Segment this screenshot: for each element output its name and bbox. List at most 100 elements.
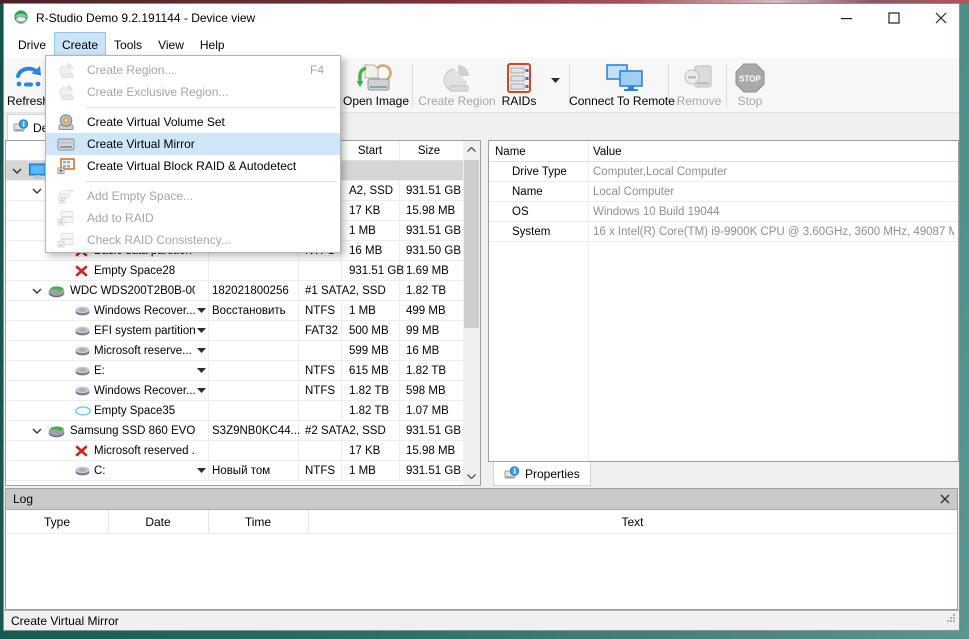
device-row[interactable]: WDC WDS200T2B0B-00... #1 SATA2, SSD 182021… bbox=[6, 281, 463, 301]
device-start: 16 MB bbox=[349, 244, 383, 257]
device-size: 1.07 MB bbox=[406, 404, 449, 417]
log-column-date[interactable]: Date bbox=[108, 510, 208, 534]
device-size: 16 MB bbox=[406, 344, 440, 357]
partition-dropdown-icon[interactable] bbox=[197, 301, 206, 320]
menu-item-label: Check RAID Consistency... bbox=[87, 233, 231, 247]
device-start: 1 MB bbox=[349, 304, 376, 317]
device-start: 1.82 TB bbox=[349, 404, 390, 417]
menu-item-create-virtual-volume-set[interactable]: Create Virtual Volume Set bbox=[46, 111, 340, 133]
log-close-icon[interactable] bbox=[940, 494, 950, 504]
connect-remote-icon bbox=[599, 61, 645, 94]
prop-column-name[interactable]: Name bbox=[495, 141, 526, 162]
device-row[interactable]: E: NTFS 615 MB 1.82 TB bbox=[6, 361, 463, 381]
add-raid-icon bbox=[54, 210, 78, 226]
column-header-size[interactable]: Size bbox=[399, 141, 459, 161]
device-interface: #2 SATA2, SSD bbox=[305, 421, 389, 440]
device-row[interactable]: Windows Recover... Восстановить NTFS 1 MB 49… bbox=[6, 301, 463, 321]
remove-label: Remove bbox=[676, 94, 722, 108]
device-name: C: bbox=[94, 464, 106, 477]
raids-button[interactable]: RAIDs bbox=[496, 61, 542, 110]
deleted-partition-icon bbox=[75, 261, 88, 280]
device-fs: NTFS bbox=[305, 464, 336, 477]
toolbar-separator bbox=[726, 64, 727, 107]
device-size: 931.50 GB bbox=[406, 244, 461, 257]
connect-to-remote-button[interactable]: Connect To Remote bbox=[569, 61, 675, 110]
menu-item-label: Create Virtual Mirror bbox=[87, 137, 195, 151]
device-label: 182021800256 bbox=[212, 284, 289, 297]
device-name: Empty Space28 bbox=[94, 264, 176, 277]
device-label: S3Z9NB0KC44... bbox=[212, 424, 301, 437]
device-row[interactable]: Empty Space35 1.82 TB 1.07 MB bbox=[6, 401, 463, 421]
statusbar: Create Virtual Mirror bbox=[4, 610, 959, 630]
stop-icon: STOP bbox=[734, 61, 766, 94]
menu-item-create-exclusive-region: Create Exclusive Region... bbox=[46, 81, 340, 103]
info-icon bbox=[13, 119, 29, 136]
scroll-up-icon[interactable] bbox=[463, 141, 480, 158]
device-fs: FAT32 bbox=[305, 324, 339, 337]
log-column-text[interactable]: Text bbox=[308, 510, 957, 534]
device-size: 598 MB bbox=[406, 384, 446, 397]
check-raid-icon bbox=[54, 232, 78, 248]
device-size: 931.51 GB bbox=[406, 424, 461, 437]
device-scrollbar[interactable] bbox=[463, 141, 480, 485]
caret-down-icon[interactable] bbox=[32, 181, 42, 200]
device-row[interactable]: Empty Space28 931.51 GB 1.69 MB bbox=[6, 261, 463, 281]
device-label: Новый том bbox=[212, 464, 271, 477]
prop-column-value[interactable]: Value bbox=[593, 141, 622, 162]
property-row[interactable]: Drive Type Computer,Local Computer bbox=[489, 162, 958, 182]
caret-down-icon[interactable] bbox=[32, 281, 42, 300]
device-row[interactable]: Microsoft reserve... 599 MB 16 MB bbox=[6, 341, 463, 361]
property-name: System bbox=[512, 226, 551, 238]
partition-icon bbox=[75, 301, 90, 320]
device-row[interactable]: EFI system partition FAT32 500 MB 99 MB bbox=[6, 321, 463, 341]
partition-dropdown-icon[interactable] bbox=[197, 461, 206, 480]
menu-item-label: Create Region... bbox=[87, 63, 175, 77]
scroll-thumb[interactable] bbox=[464, 160, 479, 328]
scroll-down-icon[interactable] bbox=[463, 468, 480, 485]
menu-item-create-region: Create Region... F4 bbox=[46, 59, 340, 81]
device-row[interactable]: Samsung SSD 860 EVO ... #2 SATA2, SSD S3Z9… bbox=[6, 421, 463, 441]
device-fs: NTFS bbox=[305, 304, 336, 317]
menu-item-label: Add Empty Space... bbox=[87, 189, 194, 203]
device-row[interactable]: Windows Recover... NTFS 1.82 TB 598 MB bbox=[6, 381, 463, 401]
device-name: Empty Space35 bbox=[94, 404, 176, 417]
log-panel: Log Type Date Time Text bbox=[5, 488, 958, 610]
caret-down-icon[interactable] bbox=[32, 421, 42, 440]
minimize-button[interactable] bbox=[829, 4, 863, 32]
partition-dropdown-icon[interactable] bbox=[197, 341, 206, 360]
partition-dropdown-icon[interactable] bbox=[197, 381, 206, 400]
tab-properties[interactable]: Properties bbox=[493, 462, 591, 486]
empty-space-icon bbox=[54, 188, 78, 204]
stop-button: STOP Stop bbox=[730, 61, 770, 110]
menu-item-label: Create Virtual Block RAID & Autodetect bbox=[87, 159, 297, 173]
resize-grip-icon[interactable] bbox=[946, 613, 956, 627]
property-row[interactable]: OS Windows 10 Build 19044 bbox=[489, 202, 958, 222]
property-row[interactable]: System 16 x Intel(R) Core(TM) i9-9900K CP… bbox=[489, 222, 958, 242]
properties-rows: Drive Type Computer,Local Computer Name Loc… bbox=[489, 162, 958, 242]
raids-dropdown-arrow-icon[interactable] bbox=[551, 78, 560, 83]
partition-icon bbox=[75, 381, 90, 400]
device-fs: NTFS bbox=[305, 364, 336, 377]
device-size: 15.98 MB bbox=[406, 204, 456, 217]
app-icon bbox=[13, 10, 29, 26]
close-button[interactable] bbox=[924, 4, 958, 32]
maximize-button[interactable] bbox=[877, 4, 911, 32]
partition-dropdown-icon[interactable] bbox=[197, 361, 206, 380]
column-header-start[interactable]: Start bbox=[341, 141, 399, 161]
caret-down-icon[interactable] bbox=[12, 161, 22, 180]
device-start: 1 MB bbox=[349, 224, 376, 237]
menu-item-create-virtual-mirror[interactable]: Create Virtual Mirror bbox=[46, 133, 340, 155]
menu-shortcut: F4 bbox=[309, 63, 324, 77]
menu-item-create-virtual-block-raid-autodetect[interactable]: Create Virtual Block RAID & Autodetect bbox=[46, 155, 340, 177]
device-row[interactable]: Microsoft reserved ... 17 KB 15.98 MB bbox=[6, 441, 463, 461]
stop-label: Stop bbox=[737, 94, 763, 108]
property-row[interactable]: Name Local Computer bbox=[489, 182, 958, 202]
open-image-button[interactable]: Open Image bbox=[343, 61, 409, 110]
device-row[interactable]: C: Новый том NTFS 1 MB 931.51 GB bbox=[6, 461, 463, 481]
property-value: Windows 10 Build 19044 bbox=[593, 206, 720, 218]
partition-dropdown-icon[interactable] bbox=[197, 321, 206, 340]
log-column-time[interactable]: Time bbox=[208, 510, 308, 534]
raids-label: RAIDs bbox=[501, 94, 537, 108]
log-column-type[interactable]: Type bbox=[6, 510, 108, 534]
menu-item-add-to-raid: Add to RAID bbox=[46, 207, 340, 229]
